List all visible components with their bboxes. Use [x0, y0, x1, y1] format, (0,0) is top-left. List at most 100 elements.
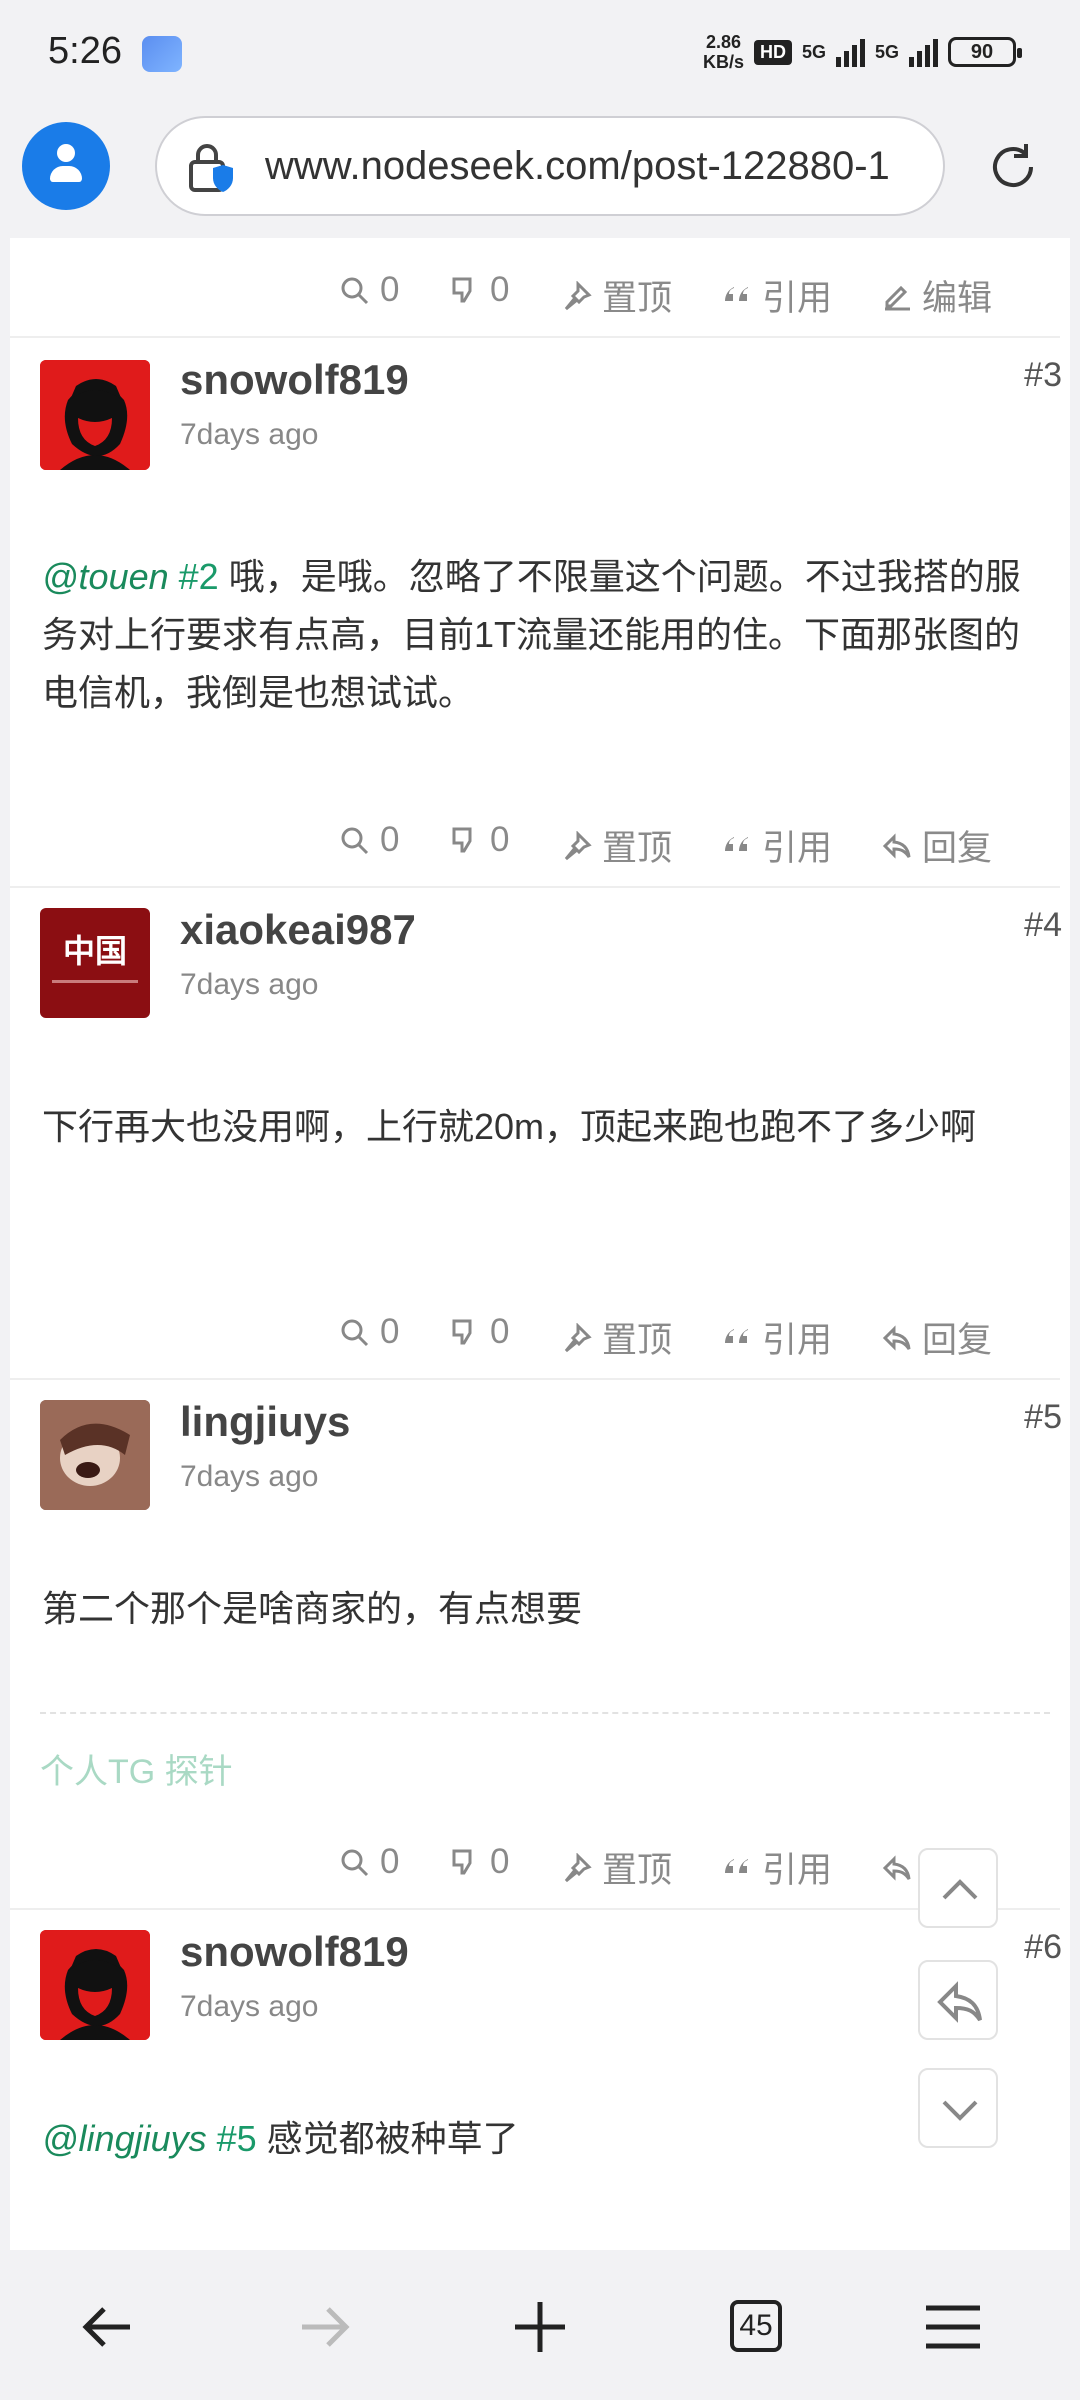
- quote-button[interactable]: 引用: [722, 1842, 832, 1893]
- url-text[interactable]: www.nodeseek.com/post-122880-1: [265, 144, 935, 189]
- divider: [10, 336, 1060, 338]
- signal-icon: [835, 37, 865, 67]
- user-icon-body: [50, 166, 82, 182]
- scroll-top-button[interactable]: [918, 1848, 998, 1928]
- post-body: 下行再大也没用啊，上行就20m，顶起来跑也跑不了多少啊: [42, 1098, 1042, 1156]
- floor-number[interactable]: #6: [1024, 1928, 1062, 1967]
- pin-button[interactable]: 置顶: [562, 1312, 672, 1363]
- quote-label: 引用: [762, 829, 833, 868]
- reply-icon: [882, 1854, 911, 1881]
- post-text: 第二个那个是啥商家的，有点想要: [42, 1588, 583, 1629]
- account-avatar-button[interactable]: [22, 122, 110, 210]
- edit-button[interactable]: 编辑: [882, 270, 992, 321]
- pin-button[interactable]: 置顶: [562, 1842, 672, 1893]
- views-value: 0: [380, 1842, 400, 1881]
- views-count[interactable]: 0: [340, 820, 399, 860]
- dislike-button[interactable]: 0: [450, 1842, 509, 1882]
- dislike-button[interactable]: 0: [450, 270, 509, 310]
- security-lock-icon[interactable]: [187, 142, 233, 194]
- mention-link[interactable]: @lingjiuys: [42, 2118, 207, 2159]
- username[interactable]: xiaokeai987: [180, 906, 416, 954]
- chevron-down-icon: [942, 2100, 978, 2121]
- floor-number[interactable]: #5: [1024, 1398, 1062, 1437]
- new-tab-button[interactable]: [505, 2292, 575, 2362]
- divider: [10, 1908, 1060, 1910]
- network-type-1: 5G: [801, 41, 826, 62]
- quote-button[interactable]: 引用: [722, 1312, 832, 1363]
- floor-link[interactable]: #5: [217, 2118, 257, 2159]
- post-time: 7days ago: [180, 1990, 319, 2023]
- divider: [10, 1378, 1060, 1380]
- reply-label: 回复: [922, 829, 993, 868]
- avatar[interactable]: [40, 1930, 150, 2040]
- reply-fab-button[interactable]: [918, 1960, 998, 2040]
- reply-icon: [937, 1981, 982, 2023]
- post-actions: 0 0 置顶 引用 回复: [10, 1290, 1070, 1370]
- edit-label: 编辑: [922, 279, 993, 318]
- dislike-button[interactable]: 0: [450, 1312, 509, 1352]
- signature-link[interactable]: 个人TG 探针: [40, 1744, 233, 1793]
- scroll-bottom-button[interactable]: [918, 2068, 998, 2148]
- post-body: @touen #2 哦，是哦。忽略了不限量这个问题。不过我搭的服务对上行要求有点…: [42, 548, 1042, 722]
- reply-button[interactable]: 回复: [882, 820, 992, 871]
- post-time: 7days ago: [180, 418, 319, 451]
- pin-button[interactable]: 置顶: [562, 270, 672, 321]
- post-time: 7days ago: [180, 1460, 319, 1493]
- reply-button[interactable]: 回复: [882, 1312, 992, 1363]
- dislike-value: 0: [490, 1312, 510, 1351]
- pin-icon: [564, 830, 592, 860]
- post-text: 感觉都被种草了: [256, 2118, 519, 2159]
- pin-button[interactable]: 置顶: [562, 820, 672, 871]
- user-icon: [57, 144, 75, 162]
- back-button[interactable]: [72, 2292, 142, 2362]
- arrow-right-icon: [302, 2307, 350, 2347]
- menu-button[interactable]: [918, 2292, 988, 2362]
- post-actions: 0 0 置顶 引用 回复: [10, 798, 1070, 878]
- username[interactable]: snowolf819: [180, 356, 409, 404]
- views-count[interactable]: 0: [340, 1312, 399, 1352]
- floor-link[interactable]: #2: [179, 556, 219, 597]
- avatar[interactable]: 中国: [40, 908, 150, 1018]
- pin-label: 置顶: [602, 829, 673, 868]
- arrow-left-icon: [82, 2307, 130, 2347]
- mention-link[interactable]: @touen: [42, 556, 169, 597]
- signal-icon-2: [909, 37, 938, 67]
- tabs-button[interactable]: 45: [722, 2292, 792, 2362]
- floor-number[interactable]: #4: [1024, 906, 1062, 945]
- username[interactable]: lingjiuys: [180, 1398, 350, 1446]
- post-actions: 0 0 置顶 引用 编辑: [10, 248, 1070, 328]
- quote-label: 引用: [762, 1321, 833, 1360]
- address-bar[interactable]: www.nodeseek.com/post-122880-1: [155, 116, 945, 216]
- plus-icon: [515, 2302, 565, 2352]
- status-bar: 5:26 2.86 KB/s HD 5G 5G 90: [0, 0, 1080, 108]
- reload-icon[interactable]: [986, 140, 1040, 194]
- quote-button[interactable]: 引用: [722, 270, 832, 321]
- reply-icon: [882, 832, 911, 859]
- post-body: 第二个那个是啥商家的，有点想要: [42, 1580, 1042, 1638]
- network-type-2: 5G: [874, 41, 899, 62]
- game-app-icon: [142, 36, 182, 72]
- username[interactable]: snowolf819: [180, 1928, 409, 1976]
- thumbs-down-icon: [452, 1849, 472, 1875]
- avatar[interactable]: [40, 1400, 150, 1510]
- quote-icon: [725, 1858, 748, 1873]
- forward-button[interactable]: [290, 2292, 360, 2362]
- avatar[interactable]: [40, 360, 150, 470]
- tab-count: 45: [730, 2300, 782, 2352]
- avatar-decoration: [52, 980, 138, 983]
- views-count[interactable]: 0: [340, 270, 399, 310]
- chevron-up-icon: [942, 1879, 978, 1900]
- views-count[interactable]: 0: [340, 1842, 399, 1882]
- floor-number[interactable]: #3: [1024, 356, 1062, 395]
- dislike-value: 0: [490, 270, 510, 309]
- avatar-image: [40, 1400, 150, 1510]
- avatar-image: [40, 360, 150, 470]
- network-speed: 2.86 KB/s: [703, 32, 744, 72]
- hd-badge: HD: [753, 39, 792, 65]
- quote-button[interactable]: 引用: [722, 820, 832, 871]
- views-icon: [341, 1849, 369, 1877]
- views-icon: [341, 827, 369, 855]
- thread-content: 0 0 置顶 引用 编辑 snowolf819 7days ago #3 @to…: [10, 238, 1070, 2250]
- dislike-button[interactable]: 0: [450, 820, 509, 860]
- views-value: 0: [380, 270, 400, 309]
